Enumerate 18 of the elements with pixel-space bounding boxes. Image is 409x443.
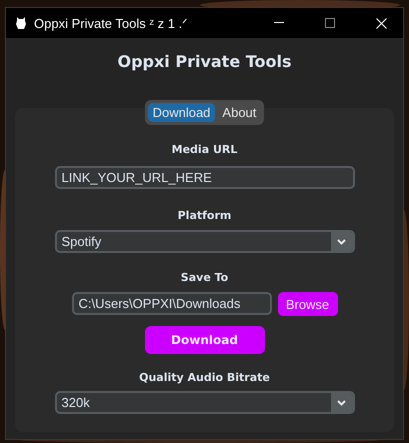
chevron-down-icon <box>337 238 346 244</box>
bitrate-dropdown[interactable]: 320k <box>54 391 354 414</box>
window-title: Oppxi Private Tools ᶻ z 1 .ᐟ <box>34 16 190 30</box>
field-label: Media URL <box>172 143 238 156</box>
app-logo-icon <box>15 16 27 30</box>
chevron-down-icon <box>337 400 346 406</box>
minimize-icon <box>274 22 284 24</box>
url-input-field[interactable]: LINK_YOUR_URL_HERE <box>54 166 354 189</box>
app-heading: Oppxi Private Tools <box>117 52 292 71</box>
close-icon <box>376 18 386 28</box>
maximize-icon <box>325 18 335 28</box>
field-label: Platform <box>178 209 232 222</box>
field-label: Quality Audio Bitrate <box>139 371 270 384</box>
field-label: Save To <box>180 271 228 284</box>
tab[interactable]: Download <box>148 103 216 122</box>
platform-dropdown[interactable]: Spotify <box>54 230 354 253</box>
path-input-field[interactable]: C:\Users\OPPXI\Downloads <box>72 292 272 315</box>
tab[interactable]: About <box>217 103 262 122</box>
